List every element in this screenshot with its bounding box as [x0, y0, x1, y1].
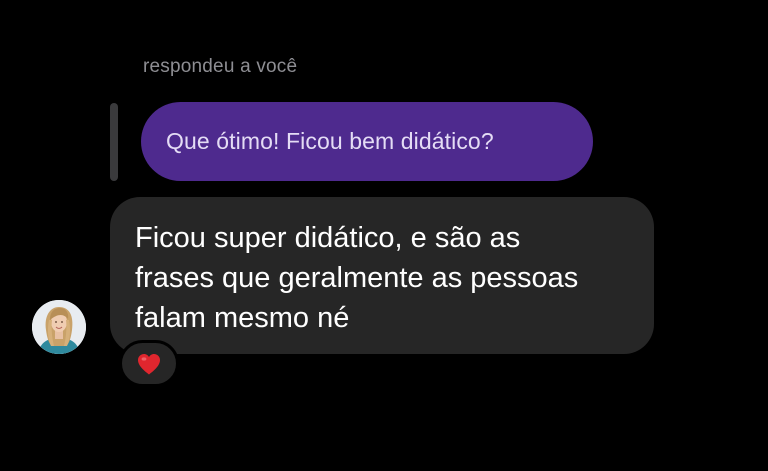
message-text-line: Ficou super didático, e são as — [135, 222, 521, 254]
message-text-line: falam mesmo né — [135, 302, 350, 334]
reaction-badge[interactable] — [119, 340, 179, 387]
reply-header: respondeu a você — [143, 56, 298, 77]
reply-indicator-bar — [110, 103, 118, 181]
message-bubble[interactable]: Ficou super didático, e são as frases qu… — [110, 197, 654, 354]
chat-screen: respondeu a você Que ótimo! Ficou bem di… — [0, 0, 768, 471]
quoted-message-text: Que ótimo! Ficou bem didático? — [166, 128, 494, 154]
profile-photo-icon — [32, 300, 86, 354]
quoted-message-bubble[interactable]: Que ótimo! Ficou bem didático? — [141, 102, 593, 181]
sender-avatar[interactable] — [32, 300, 86, 354]
message-text-line: frases que geralmente as pessoas — [135, 262, 579, 294]
red-heart-icon — [138, 353, 160, 374]
